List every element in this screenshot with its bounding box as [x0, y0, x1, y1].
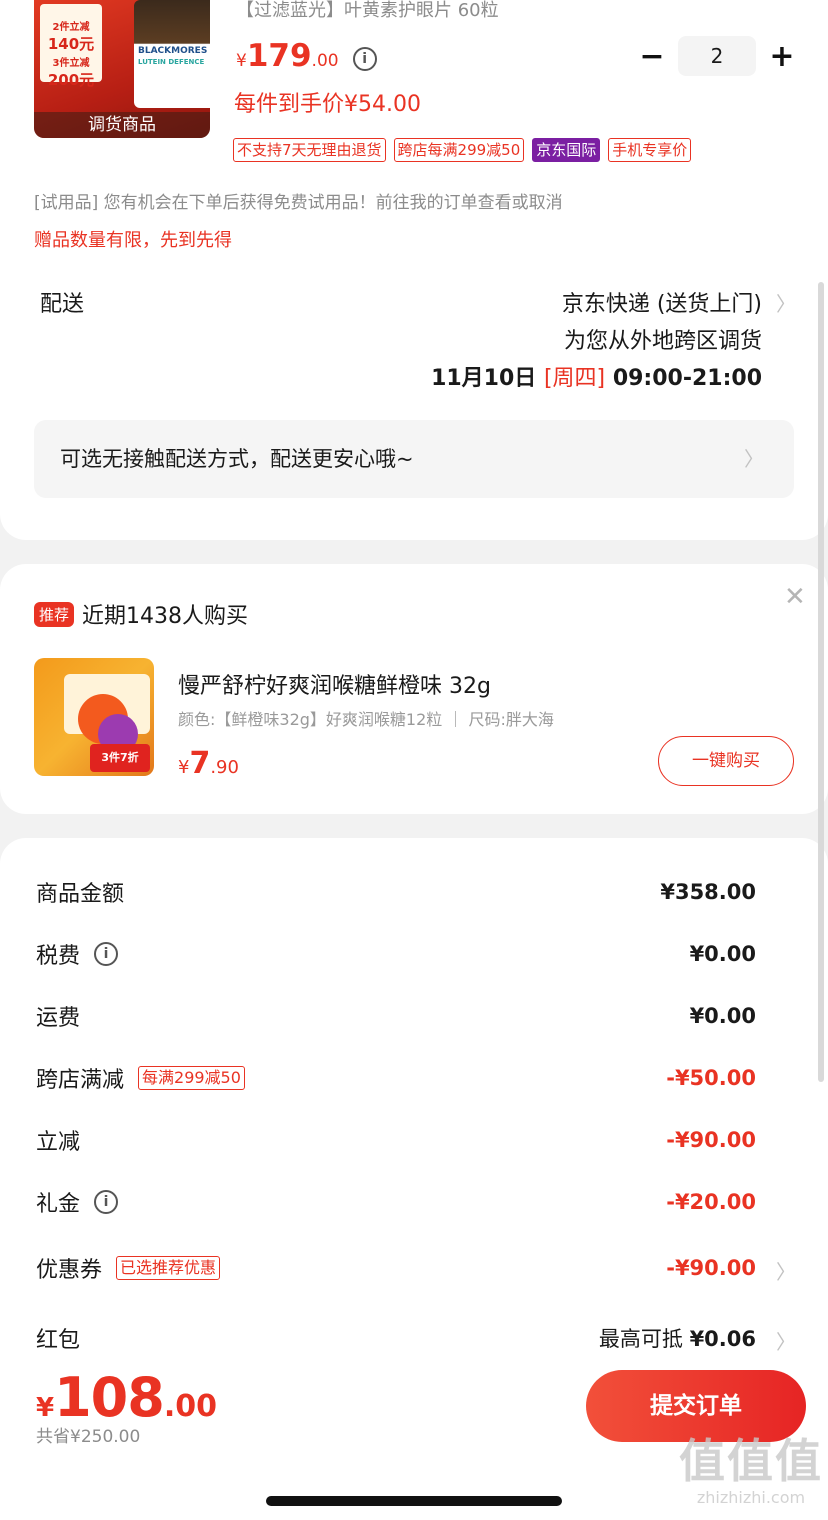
recommend-product-spec: 颜色:【鲜橙味32g】好爽润喉糖12粒 ｜ 尺码:胖大海: [178, 710, 554, 729]
summary-value: -¥90.00: [666, 1128, 756, 1152]
site-watermark: 值值值 zhizhizhi.com: [676, 1434, 826, 1508]
price-symbol: ¥: [36, 1393, 55, 1423]
quantity-input[interactable]: 2: [678, 36, 756, 76]
recommend-product-price: ¥ 7 .90: [178, 746, 239, 781]
summary-value: -¥90.00: [666, 1256, 756, 1280]
promo-line: 2件立减: [52, 22, 90, 33]
promo-line: 3件立减: [52, 58, 90, 69]
summary-label: 税费: [36, 944, 81, 969]
info-circle-icon[interactable]: i: [94, 942, 119, 966]
trial-notice[interactable]: [试用品] 您有机会在下单后获得免费试用品！前往我的订单查看或取消: [34, 188, 563, 213]
promo-line: 200元: [47, 71, 95, 89]
bottle-label: BLACKMORES LUTEIN DEFENCE: [138, 46, 210, 68]
price-symbol: ¥: [178, 757, 190, 778]
bottle-sub: LUTEIN DEFENCE: [138, 58, 205, 66]
order-item-card: 2件立减 140元 3件立减 200元 BLACKMORES LUTEIN DE…: [0, 0, 828, 540]
one-click-buy-button[interactable]: 一键购买: [658, 736, 794, 786]
scrollbar[interactable]: [818, 282, 824, 1082]
info-circle-icon[interactable]: i: [94, 1190, 119, 1214]
product-title[interactable]: 【过滤蓝光】叶黄素护眼片 60粒: [236, 0, 499, 22]
summary-value: ¥0.00: [689, 942, 756, 966]
price-integer: 108: [54, 1366, 165, 1429]
recommend-badge: 推荐: [34, 601, 75, 627]
shipping-method: 京东快递 (送货上门): [561, 292, 762, 317]
each-item-price: 每件到手价¥54.00: [234, 92, 421, 117]
summary-value: -¥50.00: [666, 1066, 756, 1090]
chevron-right-icon[interactable]: 〉: [776, 288, 796, 317]
recommend-product-image[interactable]: 3件7折 ¥7.4: [34, 658, 154, 776]
contactless-delivery-option[interactable]: 可选无接触配送方式，配送更安心哦~ 〉: [34, 420, 794, 498]
price-decimal: .00: [311, 51, 339, 71]
chevron-right-icon: 〉: [744, 447, 764, 471]
price-symbol: ¥: [236, 51, 247, 71]
bottle-brand: BLACKMORES: [138, 46, 208, 56]
summary-label: 红包: [36, 1328, 81, 1353]
summary-row-cross-store: 跨店满减 每满299减50 -¥50.00: [36, 1058, 756, 1098]
watermark-url: zhizhizhi.com: [696, 1488, 806, 1507]
shipping-details[interactable]: 京东快递 (送货上门) 为您从外地跨区调货 11月10日 [周四] 09:00-…: [431, 286, 762, 397]
summary-label: 跨店满减: [36, 1068, 125, 1093]
summary-value: -¥20.00: [666, 1190, 756, 1214]
minus-button[interactable]: −: [636, 39, 668, 74]
redpack-value: ¥0.06: [689, 1327, 756, 1351]
tag-mobile-price: 手机专享价: [608, 138, 692, 162]
recommendation-card: 推荐 近期1438人购买 ✕ 3件7折 ¥7.4 慢严舒柠好爽润喉糖鲜橙味 32…: [0, 564, 828, 814]
tag-jd-international: 京东国际: [532, 138, 601, 162]
tag-no-return: 不支持7天无理由退货: [233, 138, 386, 162]
recommend-product-name[interactable]: 慢严舒柠好爽润喉糖鲜橙味 32g: [178, 668, 491, 700]
summary-row-goods: 商品金额 ¥358.00: [36, 872, 756, 912]
price-decimal: .00: [163, 1389, 217, 1424]
shipping-label: 配送: [40, 292, 85, 317]
total-price: ¥ 108 .00: [36, 1366, 217, 1429]
recommend-headline: 近期1438人购买: [82, 604, 249, 629]
quantity-stepper: − 2 +: [636, 36, 798, 76]
tag-cross-store: 跨店每满299减50: [393, 138, 525, 162]
candy-promo-label: 3件7折 ¥7.4: [90, 744, 150, 772]
summary-value: ¥0.00: [689, 1004, 756, 1028]
summary-label: 礼金: [36, 1192, 81, 1217]
gift-limit-notice: 赠品数量有限，先到先得: [34, 230, 232, 251]
price-integer: 7: [189, 746, 211, 781]
shipping-note: 为您从外地跨区调货: [563, 329, 762, 354]
promo-line: 140元: [47, 35, 95, 53]
product-bottle-illustration: BLACKMORES LUTEIN DEFENCE: [134, 0, 210, 108]
watermark-logo: 值值值: [679, 1434, 823, 1488]
home-indicator[interactable]: [266, 1496, 562, 1506]
chevron-right-icon[interactable]: 〉: [776, 1326, 796, 1355]
close-icon[interactable]: ✕: [784, 582, 806, 612]
summary-label: 商品金额: [36, 882, 125, 907]
product-image[interactable]: 2件立减 140元 3件立减 200元 BLACKMORES LUTEIN DE…: [34, 0, 210, 138]
transfer-goods-tag: 调货商品: [34, 112, 210, 138]
submit-order-button[interactable]: 提交订单: [586, 1370, 806, 1442]
contactless-text: 可选无接触配送方式，配送更安心哦~: [60, 447, 414, 471]
summary-row-freight: 运费 ¥0.00: [36, 996, 756, 1036]
cross-store-badge: 每满299减50: [138, 1066, 245, 1090]
summary-label: 优惠券: [36, 1258, 103, 1283]
summary-value: ¥358.00: [660, 880, 756, 904]
redpack-prefix: 最高可抵: [598, 1327, 690, 1351]
shipping-time: 09:00-21:00: [612, 366, 762, 391]
summary-row-instant: 立减 -¥90.00: [36, 1120, 756, 1160]
summary-row-redpack[interactable]: 红包 最高可抵 ¥0.06: [36, 1318, 756, 1358]
price-integer: 179: [246, 38, 312, 74]
summary-row-gift: 礼金 i -¥20.00: [36, 1182, 756, 1222]
shipping-date: 11月10日: [431, 366, 537, 391]
info-circle-icon[interactable]: i: [352, 47, 377, 71]
summary-label: 立减: [36, 1130, 81, 1155]
coupon-badge: 已选推荐优惠: [116, 1256, 221, 1280]
price-decimal: .90: [210, 757, 239, 778]
summary-label: 运费: [36, 1006, 81, 1031]
product-image-promo: 2件立减 140元 3件立减 200元: [40, 4, 102, 89]
product-tags: 不支持7天无理由退货 跨店每满299减50 京东国际 手机专享价: [233, 138, 692, 162]
summary-row-coupon[interactable]: 优惠券 已选推荐优惠 -¥90.00: [36, 1248, 756, 1288]
total-saved: 共省¥250.00: [36, 1427, 141, 1447]
summary-row-tax: 税费 i ¥0.00: [36, 934, 756, 974]
product-price: ¥ 179 .00 i: [236, 38, 377, 74]
summary-value: 最高可抵 ¥0.06: [599, 1323, 756, 1353]
chevron-right-icon[interactable]: 〉: [776, 1256, 796, 1285]
shipping-slot: 11月10日 [周四] 09:00-21:00: [431, 360, 762, 397]
recommendation-header: 推荐 近期1438人购买: [34, 598, 248, 630]
plus-button[interactable]: +: [766, 39, 798, 74]
shipping-weekday: [周四]: [543, 366, 606, 391]
